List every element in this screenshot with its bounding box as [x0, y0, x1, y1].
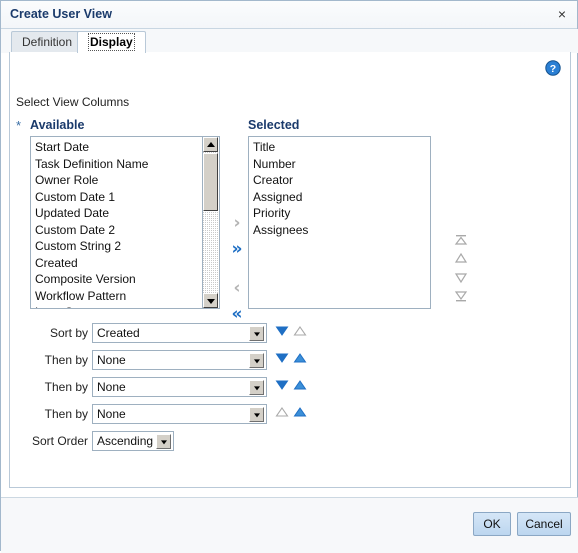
then-by-value-2: None [97, 380, 126, 394]
help-icon[interactable]: ? [545, 60, 561, 76]
list-item[interactable]: Owner Role [35, 172, 203, 189]
list-item[interactable]: Custom Date 1 [35, 189, 203, 206]
move-all-right-icon[interactable]: » [226, 238, 248, 260]
list-item[interactable]: Title [253, 139, 430, 156]
sort-by-value: Created [97, 326, 140, 340]
list-item[interactable]: Composite Version [35, 271, 203, 288]
tab-display[interactable]: Display [77, 31, 146, 54]
list-item[interactable]: Custom Date 2 [35, 222, 203, 239]
move-to-top-icon[interactable] [450, 234, 472, 250]
sort-ascending-icon[interactable] [293, 406, 309, 422]
list-item[interactable]: Updated Date [35, 205, 203, 222]
create-user-view-dialog: Create User View × Definition Display ? … [0, 0, 578, 553]
list-item[interactable]: Custom String 2 [35, 238, 203, 255]
sort-order-select[interactable]: Ascending [92, 431, 174, 451]
chevron-down-icon[interactable] [156, 434, 171, 449]
list-item[interactable]: Created [35, 255, 203, 272]
sort-by-select[interactable]: Created [92, 323, 267, 343]
move-left-icon[interactable]: ‹ [226, 277, 248, 299]
cancel-button[interactable]: Cancel [517, 512, 571, 536]
chevron-down-icon[interactable] [249, 407, 264, 422]
dialog-title: Create User View [10, 7, 112, 21]
dialog-footer: OK Cancel [1, 497, 578, 553]
chevron-down-icon[interactable] [249, 380, 264, 395]
move-to-bottom-icon[interactable] [450, 290, 472, 306]
selected-options: Title Number Creator Assigned Priority A… [249, 137, 430, 308]
available-listbox[interactable]: Start Date Task Definition Name Owner Ro… [30, 136, 220, 309]
sort-ascending-icon[interactable] [293, 379, 309, 395]
list-item[interactable]: Creator [253, 172, 430, 189]
chevron-down-icon[interactable] [249, 353, 264, 368]
chevron-down-icon[interactable] [249, 326, 264, 341]
then-by-value-1: None [97, 353, 126, 367]
tab-strip: Definition Display [1, 29, 578, 54]
sort-descending-icon[interactable] [275, 352, 291, 368]
sort-ascending-icon[interactable] [293, 325, 309, 341]
move-up-icon[interactable] [450, 252, 472, 268]
tab-definition[interactable]: Definition [11, 31, 84, 53]
scroll-up-icon[interactable] [203, 137, 218, 152]
move-all-left-icon[interactable]: « [226, 303, 248, 325]
then-by-select-2[interactable]: None [92, 377, 267, 397]
selected-listbox[interactable]: Title Number Creator Assigned Priority A… [248, 136, 431, 309]
sort-descending-icon[interactable] [275, 406, 291, 422]
svg-text:?: ? [550, 63, 556, 75]
list-item[interactable]: Priority [253, 205, 430, 222]
then-by-label-2: Then by [44, 380, 88, 394]
then-by-select-3[interactable]: None [92, 404, 267, 424]
available-options: Start Date Task Definition Name Owner Ro… [31, 137, 203, 308]
available-label: Available [30, 118, 85, 132]
display-tab-panel: ? Select View Columns * Available Select… [9, 52, 571, 488]
list-item[interactable]: Workflow Pattern [35, 288, 203, 305]
select-view-columns-label: Select View Columns [16, 95, 130, 109]
dialog-titlebar: Create User View × [1, 1, 577, 29]
tab-display-label: Display [88, 33, 135, 51]
then-by-label-1: Then by [44, 353, 88, 367]
available-scrollbar[interactable] [202, 137, 219, 308]
sort-by-label: Sort by [49, 326, 88, 340]
sort-descending-icon[interactable] [275, 325, 291, 341]
then-by-value-3: None [97, 407, 126, 421]
move-down-icon[interactable] [450, 272, 472, 288]
list-item[interactable]: Assigned [253, 189, 430, 206]
sort-order-value: Ascending [97, 434, 154, 448]
list-item[interactable]: Assignees [253, 222, 430, 239]
list-item[interactable]: Long Summary [35, 304, 203, 308]
sort-descending-icon[interactable] [275, 379, 291, 395]
sort-order-label: Sort Order [31, 434, 88, 448]
ok-button[interactable]: OK [473, 512, 511, 536]
list-item[interactable]: Task Definition Name [35, 156, 203, 173]
close-icon[interactable]: × [554, 6, 570, 22]
selected-label: Selected [248, 118, 300, 132]
list-item[interactable]: Start Date [35, 139, 203, 156]
then-by-label-3: Then by [44, 407, 88, 421]
list-item[interactable]: Number [253, 156, 430, 173]
then-by-select-1[interactable]: None [92, 350, 267, 370]
sort-ascending-icon[interactable] [293, 352, 309, 368]
required-marker: * [16, 118, 22, 133]
scroll-down-icon[interactable] [203, 293, 218, 308]
scrollbar-thumb[interactable] [203, 153, 218, 211]
move-right-icon[interactable]: › [226, 212, 248, 234]
